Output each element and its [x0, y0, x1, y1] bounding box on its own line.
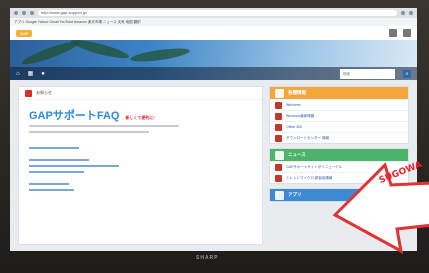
bell-icon[interactable]: ●: [41, 71, 45, 77]
link-line[interactable]: [29, 147, 79, 149]
palm-frond-decoration: [69, 40, 131, 62]
doc-icon: [275, 101, 282, 109]
list-item-label: ダウンロードセンター 情報: [286, 135, 329, 140]
news-icon: [275, 150, 284, 160]
palm-frond-decoration: [20, 40, 80, 68]
list-item[interactable]: Windows最新情報: [270, 110, 408, 121]
info-icon: [275, 88, 284, 98]
site-logo-chip[interactable]: GAP: [16, 29, 33, 37]
apps-card-title: アプリ: [288, 192, 302, 197]
home-icon[interactable]: ⌂: [16, 71, 20, 77]
browser-toolbar: http://www.gap-support.jp/: [10, 8, 417, 18]
doc-icon: [275, 112, 282, 120]
link-line[interactable]: [29, 165, 119, 167]
notice-icon: [25, 89, 32, 97]
back-icon[interactable]: [14, 11, 18, 15]
news-item-icon: [275, 174, 282, 182]
bookmarks-bar[interactable]: アプリ Google Yahoo! Gmail YouTube Amazon 楽…: [10, 18, 417, 26]
address-bar[interactable]: http://www.gap-support.jp/: [38, 10, 397, 16]
text-line: [29, 131, 149, 133]
palm-frond-decoration: [129, 45, 191, 65]
list-item[interactable]: Welcome: [270, 99, 408, 110]
link-line[interactable]: [29, 171, 84, 173]
star-icon[interactable]: [401, 11, 405, 15]
forward-icon[interactable]: [22, 11, 26, 15]
site-navbar: ⌂ ▦ ● ⌕: [10, 67, 417, 80]
search-input[interactable]: [340, 68, 395, 79]
news-item-icon: [275, 163, 282, 171]
info-card-title: 各種情報: [288, 90, 306, 95]
list-item-label: Office 365: [286, 125, 302, 129]
search-button[interactable]: ⌕: [403, 69, 411, 78]
main-panel-header: お知らせ: [19, 87, 262, 100]
info-card-header: 各種情報: [270, 87, 408, 99]
info-card: 各種情報 Welcome Windows最新情報 Office 365 ダウンロ…: [269, 86, 409, 144]
link-line[interactable]: [29, 183, 69, 185]
list-item-label: Windows最新情報: [286, 113, 315, 118]
text-line: [29, 125, 179, 127]
list-item[interactable]: Office 365: [270, 121, 408, 132]
news-card-title: ニュース: [288, 152, 306, 157]
link-line[interactable]: [29, 189, 74, 191]
faq-title-row: GAPサポートFAQ 新しくて便利に!: [29, 107, 155, 123]
faq-new-badge: 新しくて便利に!: [125, 115, 155, 120]
list-item[interactable]: ダウンロードセンター 情報: [270, 132, 408, 143]
main-heading: お知らせ: [36, 90, 52, 95]
reload-icon[interactable]: [30, 11, 34, 15]
main-panel: お知らせ GAPサポートFAQ 新しくて便利に!: [18, 86, 263, 245]
hero-banner: ⌂ ▦ ● ⌕: [10, 40, 417, 80]
doc-icon: [275, 123, 282, 131]
settings-icon[interactable]: [403, 29, 411, 37]
menu-icon[interactable]: [409, 11, 413, 15]
link-line[interactable]: [29, 159, 89, 161]
faq-title[interactable]: GAPサポートFAQ: [29, 107, 119, 123]
monitor-brand: SHARP: [196, 255, 219, 261]
site-topbar: GAP: [10, 26, 417, 40]
list-item-label: Welcome: [286, 103, 301, 107]
apps-icon: [275, 190, 284, 200]
user-icon[interactable]: [389, 29, 397, 37]
grid-icon[interactable]: ▦: [28, 70, 34, 77]
doc-icon: [275, 134, 282, 142]
